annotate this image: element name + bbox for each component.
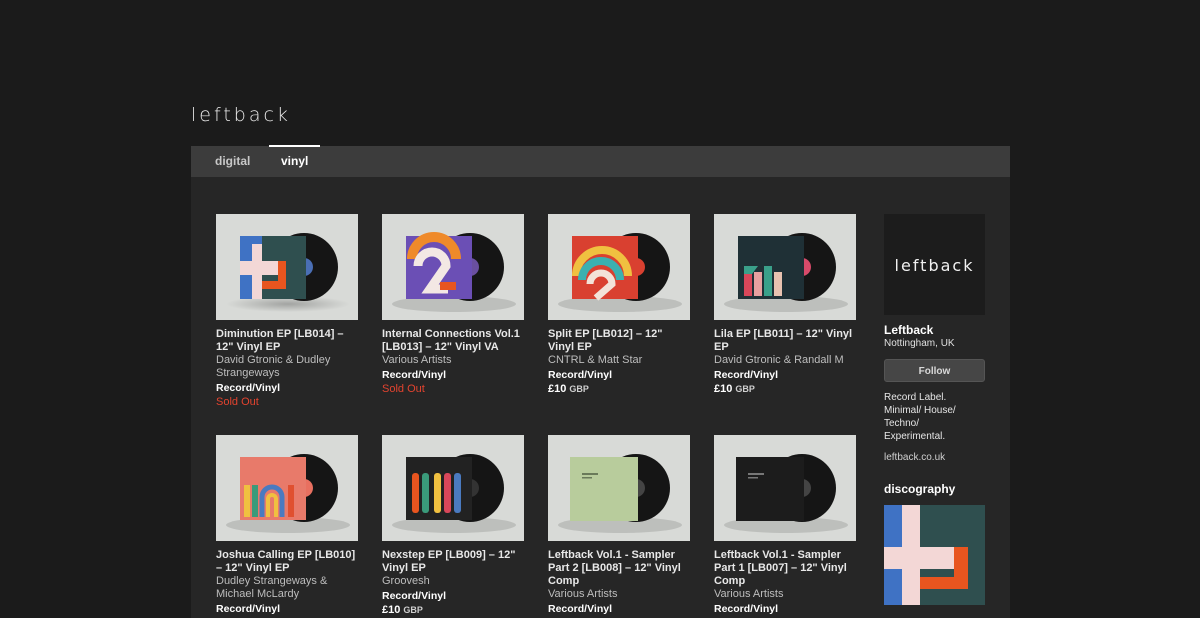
- release-card[interactable]: Internal Connections Vol.1 [LB013] – 12"…: [382, 214, 524, 396]
- tab-vinyl[interactable]: vinyl: [268, 145, 321, 177]
- release-title[interactable]: Split EP [LB012] – 12" Vinyl EP: [548, 328, 690, 354]
- follow-button[interactable]: Follow: [884, 359, 985, 382]
- release-cover[interactable]: [548, 214, 690, 320]
- release-cover[interactable]: [382, 214, 524, 320]
- release-artist: Various Artists: [382, 354, 452, 366]
- release-cover[interactable]: [216, 435, 358, 541]
- release-card[interactable]: Leftback Vol.1 - Sampler Part 1 [LB007] …: [714, 435, 856, 616]
- release-artist: CNTRL & Matt Star: [548, 354, 643, 366]
- discography-heading: discography: [884, 482, 956, 496]
- label-location: Nottingham, UK: [884, 338, 955, 349]
- release-title[interactable]: Lila EP [LB011] – 12" Vinyl EP: [714, 328, 856, 354]
- release-cover[interactable]: [714, 435, 856, 541]
- release-card[interactable]: Nexstep EP [LB009] – 12" Vinyl EP Groove…: [382, 435, 524, 617]
- release-artist: Various Artists: [548, 588, 618, 600]
- release-card[interactable]: Split EP [LB012] – 12" Vinyl EP CNTRL & …: [548, 214, 690, 396]
- release-title[interactable]: Leftback Vol.1 - Sampler Part 2 [LB008] …: [548, 549, 690, 588]
- nav-bar: digital vinyl: [191, 145, 1010, 177]
- release-card[interactable]: Leftback Vol.1 - Sampler Part 2 [LB008] …: [548, 435, 690, 616]
- release-format: Record/Vinyl: [714, 369, 778, 381]
- release-format: Record/Vinyl: [714, 603, 778, 615]
- release-format: Record/Vinyl: [382, 590, 446, 602]
- release-cover[interactable]: [714, 214, 856, 320]
- release-title[interactable]: Nexstep EP [LB009] – 12" Vinyl EP: [382, 549, 524, 575]
- release-price: £10 GBP: [382, 604, 423, 616]
- release-card[interactable]: Diminution EP [LB014] – 12" Vinyl EP Dav…: [216, 214, 358, 409]
- release-format: Record/Vinyl: [548, 369, 612, 381]
- discography-cover[interactable]: [884, 505, 985, 605]
- release-title[interactable]: Diminution EP [LB014] – 12" Vinyl EP: [216, 328, 358, 354]
- release-artist: Dudley Strangeways & Michael McLardy: [216, 575, 328, 600]
- release-format: Record/Vinyl: [216, 382, 280, 394]
- release-cover[interactable]: [382, 435, 524, 541]
- label-name[interactable]: Leftback: [884, 323, 986, 337]
- release-format: Record/Vinyl: [382, 369, 446, 381]
- sold-out-badge: Sold Out: [216, 396, 259, 408]
- release-card[interactable]: Lila EP [LB011] – 12" Vinyl EP David Gtr…: [714, 214, 856, 396]
- release-price: £10 GBP: [714, 383, 755, 395]
- tab-digital[interactable]: digital: [215, 146, 250, 177]
- label-avatar-text: leftback: [894, 256, 975, 275]
- release-price: £10 GBP: [548, 383, 589, 395]
- release-artist: David Gtronic & Randall M: [714, 354, 844, 366]
- release-format: Record/Vinyl: [216, 603, 280, 615]
- label-avatar[interactable]: leftback: [884, 214, 985, 315]
- release-artist: Groovesh: [382, 575, 430, 587]
- release-cover[interactable]: [548, 435, 690, 541]
- label-description: Record Label. Minimal/ House/ Techno/ Ex…: [884, 392, 956, 442]
- release-artist: David Gtronic & Dudley Strangeways: [216, 354, 331, 379]
- release-cover[interactable]: [216, 214, 358, 320]
- release-title[interactable]: Internal Connections Vol.1 [LB013] – 12"…: [382, 328, 524, 354]
- label-logo[interactable]: leftback: [191, 104, 291, 126]
- release-card[interactable]: Joshua Calling EP [LB010] – 12" Vinyl EP…: [216, 435, 358, 616]
- release-title[interactable]: Leftback Vol.1 - Sampler Part 1 [LB007] …: [714, 549, 856, 588]
- release-artist: Various Artists: [714, 588, 784, 600]
- sold-out-badge: Sold Out: [382, 383, 425, 395]
- label-sidebar: leftback Leftback Nottingham, UK Follow …: [884, 214, 986, 605]
- release-format: Record/Vinyl: [548, 603, 612, 615]
- release-title[interactable]: Joshua Calling EP [LB010] – 12" Vinyl EP: [216, 549, 358, 575]
- label-website-link[interactable]: leftback.co.uk: [884, 452, 986, 463]
